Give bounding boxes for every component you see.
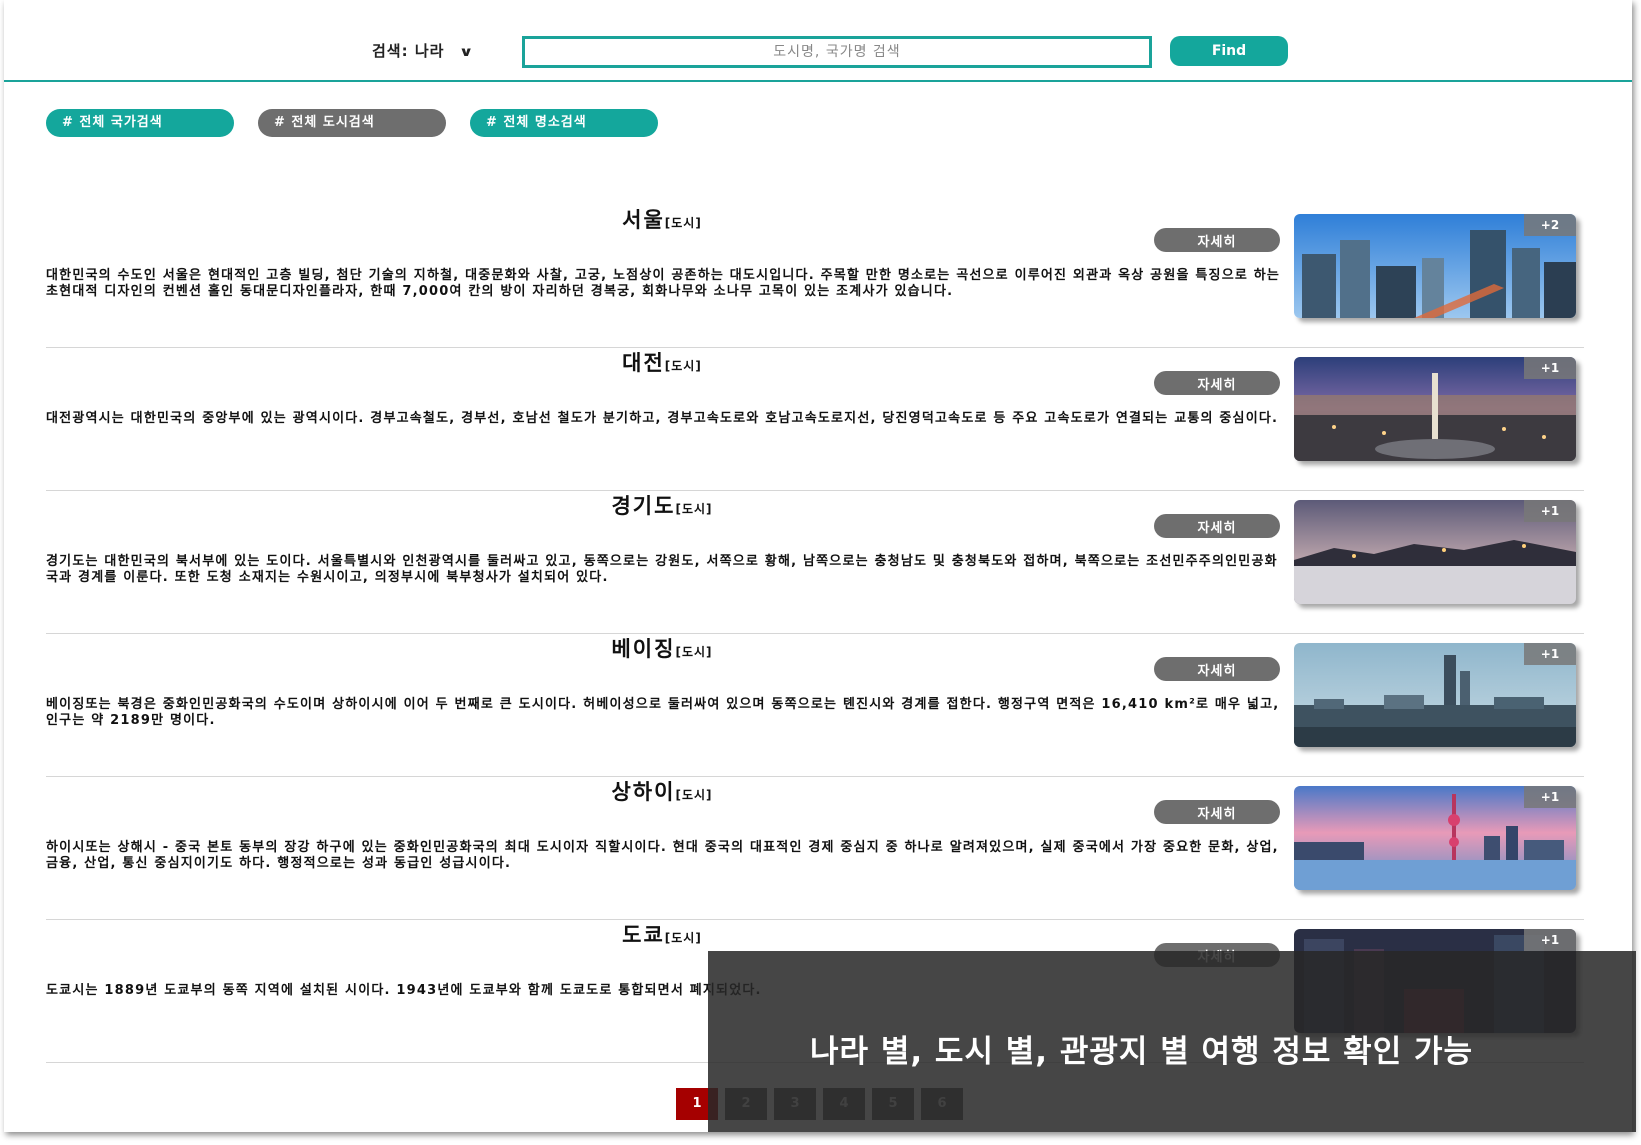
detail-button[interactable]: 자세히 — [1154, 657, 1280, 681]
photo-count-badge: +1 — [1524, 929, 1576, 951]
tag-all-cities[interactable]: # 전체 도시검색 — [258, 109, 446, 137]
photo-count-badge: +1 — [1524, 786, 1576, 808]
entry-photo[interactable]: +1 — [1294, 929, 1576, 1033]
search-scope-label: 검색: 나라 — [372, 42, 445, 60]
page-button-6[interactable]: 6 — [921, 1088, 963, 1120]
entry-name: 베이징 — [611, 637, 676, 661]
list-item: 대전[도시] 자세히 대전광역시는 대한민국의 중앙부에 있는 광역시이다. 경… — [46, 347, 1584, 491]
entry-category: [도시] — [664, 931, 702, 945]
entry-category: [도시] — [664, 216, 702, 230]
entry-title: 대전[도시] — [46, 347, 1278, 377]
entry-photo[interactable]: +2 — [1294, 214, 1576, 318]
entry-category: [도시] — [675, 788, 713, 802]
entry-title: 경기도[도시] — [46, 490, 1278, 520]
entry-category: [도시] — [664, 359, 702, 373]
entry-title: 베이징[도시] — [46, 633, 1278, 663]
entry-title: 서울[도시] — [46, 204, 1278, 234]
search-header: 검색: 나라 ∨ Find — [4, 0, 1632, 82]
entry-description: 경기도는 대한민국의 북서부에 있는 도이다. 서울특별시와 인천광역시를 둘러… — [46, 554, 1278, 585]
entry-description: 대전광역시는 대한민국의 중앙부에 있는 광역시이다. 경부고속철도, 경부선,… — [46, 411, 1279, 426]
entry-description: 베이징또는 북경은 중화인민공화국의 수도이며 상하이시에 이어 두 번째로 큰… — [46, 697, 1280, 728]
entry-title: 상하이[도시] — [46, 776, 1278, 806]
list-item: 도쿄[도시] 자세히 도쿄시는 1889년 도쿄부의 동쪽 지역에 설치된 시이… — [46, 919, 1584, 1063]
entry-name: 상하이 — [611, 780, 676, 804]
photo-count-badge: +1 — [1524, 643, 1576, 665]
entry-category: [도시] — [675, 645, 713, 659]
detail-button[interactable]: 자세히 — [1154, 943, 1280, 967]
detail-button[interactable]: 자세히 — [1154, 228, 1280, 252]
entry-name: 서울 — [622, 208, 665, 232]
photo-count-badge: +1 — [1524, 357, 1576, 379]
detail-button[interactable]: 자세히 — [1154, 800, 1280, 824]
page-button-4[interactable]: 4 — [823, 1088, 865, 1120]
entry-description: 대한민국의 수도인 서울은 현대적인 고층 빌딩, 첨단 기술의 지하철, 대중… — [46, 268, 1281, 299]
photo-count-badge: +1 — [1524, 500, 1576, 522]
page-button-2[interactable]: 2 — [725, 1088, 767, 1120]
entry-photo[interactable]: +1 — [1294, 643, 1576, 747]
page-button-1[interactable]: 1 — [676, 1088, 718, 1120]
page-button-3[interactable]: 3 — [774, 1088, 816, 1120]
entry-name: 도쿄 — [622, 923, 665, 947]
entry-description: 하이시또는 상해시 - 중국 본토 동부의 장강 하구에 있는 중화인민공화국의… — [46, 840, 1279, 871]
page-button-5[interactable]: 5 — [872, 1088, 914, 1120]
search-input[interactable] — [522, 36, 1152, 68]
entry-name: 대전 — [622, 351, 665, 375]
entry-photo[interactable]: +1 — [1294, 500, 1576, 604]
find-button[interactable]: Find — [1170, 36, 1288, 66]
detail-button[interactable]: 자세히 — [1154, 371, 1280, 395]
detail-button[interactable]: 자세히 — [1154, 514, 1280, 538]
tag-all-countries[interactable]: # 전체 국가검색 — [46, 109, 234, 137]
list-item: 상하이[도시] 자세히 하이시또는 상해시 - 중국 본토 동부의 장강 하구에… — [46, 776, 1584, 920]
list-item: 서울[도시] 자세히 대한민국의 수도인 서울은 현대적인 고층 빌딩, 첨단 … — [46, 204, 1584, 348]
chevron-down-icon: ∨ — [458, 45, 475, 60]
entry-name: 경기도 — [611, 494, 676, 518]
list-item: 경기도[도시] 자세히 경기도는 대한민국의 북서부에 있는 도이다. 서울특별… — [46, 490, 1584, 634]
photo-count-badge: +2 — [1524, 214, 1576, 236]
search-scope-dropdown[interactable]: 검색: 나라 ∨ — [372, 40, 475, 61]
entry-category: [도시] — [675, 502, 713, 516]
tag-all-attractions[interactable]: # 전체 명소검색 — [470, 109, 658, 137]
entry-photo[interactable]: +1 — [1294, 786, 1576, 890]
entry-title: 도쿄[도시] — [46, 919, 1278, 949]
list-item: 베이징[도시] 자세히 베이징또는 북경은 중화인민공화국의 수도이며 상하이시… — [46, 633, 1584, 777]
entry-photo[interactable]: +1 — [1294, 357, 1576, 461]
entry-description: 도쿄시는 1889년 도쿄부의 동쪽 지역에 설치된 시이다. 1943년에 도… — [46, 983, 762, 998]
page-frame: 검색: 나라 ∨ Find # 전체 국가검색 # 전체 도시검색 # 전체 명… — [4, 0, 1636, 1132]
